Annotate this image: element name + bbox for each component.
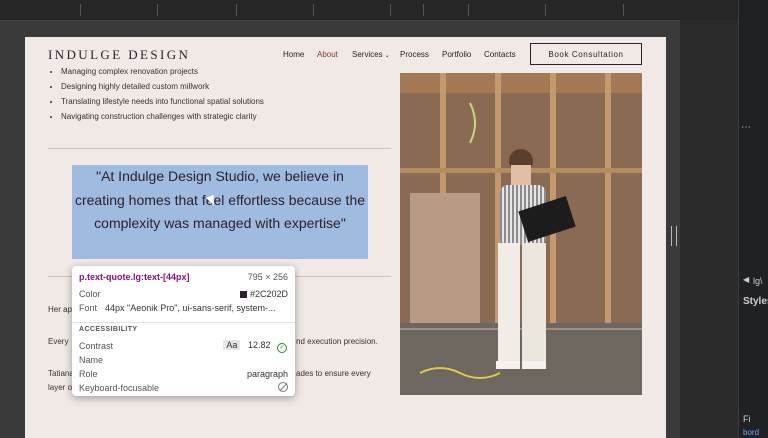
nav-portfolio[interactable]: Portfolio (442, 50, 471, 59)
css-property: bord (743, 428, 760, 437)
keyboard-focusable-label: Keyboard-focusable (79, 383, 160, 393)
collapse-arrow-icon[interactable]: ◀ (743, 275, 749, 284)
designer-photo (400, 73, 642, 395)
list-item: Managing complex renovation projects (61, 64, 264, 79)
nav-services-label: Services (352, 50, 383, 59)
toolbar-divider (80, 4, 81, 16)
toolbar-divider (157, 4, 158, 16)
color-value: #2C202D (239, 289, 288, 299)
toolbar-divider (468, 4, 469, 16)
nav-services[interactable]: Services ⌄ (352, 50, 390, 59)
nav-process[interactable]: Process (400, 50, 429, 59)
list-item: Navigating construction challenges with … (61, 109, 264, 124)
skills-list: Managing complex renovation projects Des… (48, 64, 264, 124)
site-logo[interactable]: INDULGE DESIGN (48, 47, 190, 63)
inspect-tooltip: p.text-quote.lg:text-[44px] 795 × 256 Co… (72, 266, 295, 396)
about-paragraph: layer o (48, 383, 73, 392)
resize-handle[interactable] (671, 226, 677, 246)
viewport-gutter (680, 20, 738, 438)
color-swatch (239, 291, 247, 298)
contrast-label: Contrast (79, 341, 114, 351)
book-consultation-button[interactable]: Book Consultation (530, 43, 642, 65)
font-label: Font (79, 303, 98, 313)
about-paragraph: Her ap (48, 305, 73, 314)
filter-input[interactable]: Fi (743, 414, 751, 424)
toolbar-divider (423, 4, 424, 16)
nav-about[interactable]: About (317, 50, 338, 59)
styles-tab[interactable]: Styles (743, 296, 768, 307)
color-hex: #2C202D (249, 289, 288, 299)
about-paragraph: Every (48, 337, 69, 346)
element-size: 795 × 256 (247, 272, 288, 282)
toolbar-divider (236, 4, 237, 16)
list-item: Designing highly detailed custom millwor… (61, 79, 264, 94)
font-value: 44px "Aeonik Pro", ui-sans-serif, system… (105, 303, 276, 313)
toolbar-divider (390, 4, 391, 16)
nav-home[interactable]: Home (283, 50, 304, 59)
divider (72, 322, 295, 323)
selector-label: p.text-quote.lg:text-[44px] (79, 272, 190, 282)
browser-top-bar (0, 0, 738, 21)
check-icon: ✓ (277, 343, 287, 353)
divider (48, 148, 391, 149)
element-tag[interactable]: lg\ (753, 276, 763, 286)
contrast-value: Aa 12.82 ✓ (223, 340, 287, 353)
nav-contacts[interactable]: Contacts (484, 50, 516, 59)
role-label: Role (79, 369, 98, 379)
about-paragraph: nd execution precision. (296, 337, 378, 346)
toolbar-divider (623, 4, 624, 16)
about-paragraph: Tatiana (48, 369, 74, 378)
accessibility-heading: ACCESSIBILITY (79, 326, 138, 333)
not-allowed-icon (278, 382, 288, 392)
role-value: paragraph (246, 369, 288, 379)
chevron-down-icon: ⌄ (384, 53, 390, 59)
toolbar-divider (313, 4, 314, 16)
about-paragraph: ades to ensure every (296, 369, 371, 378)
color-label: Color (79, 289, 101, 299)
toolbar-divider (545, 4, 546, 16)
contrast-ratio: 12.82 (247, 340, 271, 350)
list-item: Translating lifestyle needs into functio… (61, 94, 264, 109)
contrast-badge: Aa (223, 340, 241, 350)
more-icon[interactable]: ⋯ (741, 122, 751, 133)
quote-text: "At Indulge Design Studio, we believe in… (74, 168, 366, 231)
devtools-panel: ⋯ ◀ lg\ Styles Fi bord (738, 0, 768, 438)
name-label: Name (79, 355, 104, 365)
